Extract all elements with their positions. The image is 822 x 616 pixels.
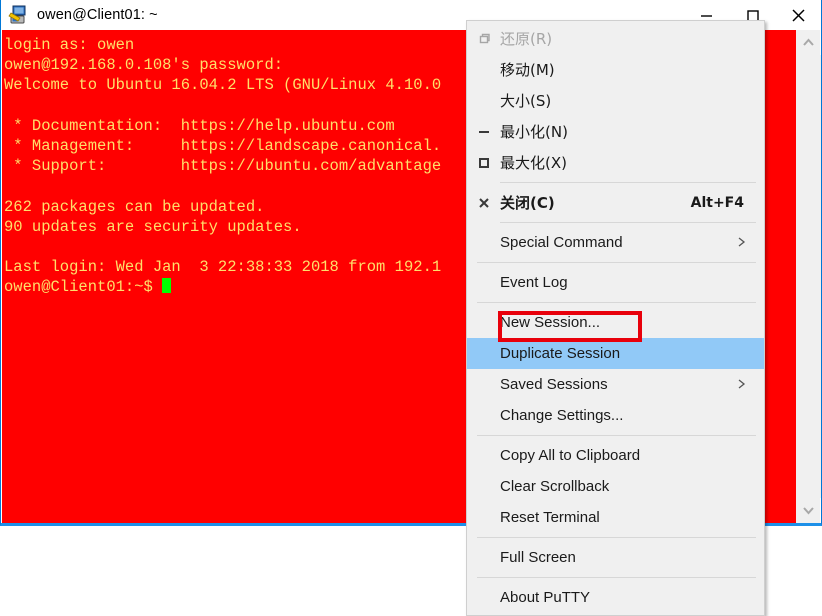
menu-item-label: Reset Terminal (500, 509, 600, 526)
menu-item-about-putty[interactable]: About PuTTY (467, 582, 764, 613)
system-context-menu[interactable]: 还原(R) 移动(M) 大小(S) 最小化(N) 最大化(X) 关闭(C) Alt+F4 Sp… (466, 20, 765, 616)
menu-item-label: 最小化(N) (500, 123, 568, 141)
menu-item-c[interactable]: 关闭(C) Alt+F4 (467, 187, 764, 218)
restore-icon (467, 32, 500, 46)
minimize-icon (467, 125, 500, 139)
putty-window: owen@Client01: ~ login as: owen owen@192.… (0, 0, 822, 616)
menu-item-label: Event Log (500, 274, 568, 291)
menu-item-label: Clear Scrollback (500, 478, 610, 495)
scrollbar-track[interactable] (796, 55, 821, 498)
menu-item-label: Change Settings... (500, 407, 624, 424)
menu-item-label: 还原(R) (500, 30, 553, 48)
menu-item-label: 大小(S) (500, 92, 552, 110)
menu-item-duplicate-session[interactable]: Duplicate Session (467, 338, 764, 369)
menu-item-event-log[interactable]: Event Log (467, 267, 764, 298)
menu-item-new-session[interactable]: New Session... (467, 307, 764, 338)
menu-item-label: Full Screen (500, 549, 576, 566)
menu-separator (477, 262, 756, 263)
close-icon (467, 196, 500, 210)
menu-item-full-screen[interactable]: Full Screen (467, 542, 764, 573)
menu-item-clear-scrollback[interactable]: Clear Scrollback (467, 471, 764, 502)
menu-item-m[interactable]: 移动(M) (467, 54, 764, 85)
menu-item-label: 最大化(X) (500, 154, 567, 172)
menu-separator (500, 222, 756, 223)
menu-separator (500, 182, 756, 183)
menu-item-change-settings[interactable]: Change Settings... (467, 400, 764, 431)
chevron-right-icon (737, 235, 754, 251)
menu-item-label: Copy All to Clipboard (500, 447, 641, 464)
menu-item-label: Duplicate Session (500, 345, 621, 362)
menu-item-saved-sessions[interactable]: Saved Sessions (467, 369, 764, 400)
menu-separator (477, 537, 756, 538)
menu-item-shortcut: Alt+F4 (690, 194, 744, 211)
menu-item-x[interactable]: 最大化(X) (467, 147, 764, 178)
menu-separator (477, 302, 756, 303)
menu-item-reset-terminal[interactable]: Reset Terminal (467, 502, 764, 533)
putty-computer-icon (7, 4, 29, 26)
menu-item-special-command[interactable]: Special Command (467, 227, 764, 258)
menu-item-n[interactable]: 最小化(N) (467, 116, 764, 147)
menu-item-r: 还原(R) (467, 23, 764, 54)
menu-item-label: 关闭(C) (500, 194, 555, 212)
menu-item-label: 移动(M) (500, 61, 555, 79)
chevron-up-icon[interactable] (796, 30, 821, 55)
chevron-down-icon[interactable] (796, 498, 821, 523)
shell-prompt: owen@Client01:~$ (4, 278, 163, 297)
terminal-scrollbar[interactable] (795, 30, 821, 523)
menu-item-label: Special Command (500, 234, 623, 251)
terminal-cursor (162, 278, 172, 294)
maximize-icon (467, 156, 500, 170)
menu-item-s[interactable]: 大小(S) (467, 85, 764, 116)
menu-separator (477, 577, 756, 578)
menu-separator (477, 435, 756, 436)
menu-item-label: About PuTTY (500, 589, 591, 606)
menu-item-label: Saved Sessions (500, 376, 608, 393)
menu-item-copy-all-to-clipboard[interactable]: Copy All to Clipboard (467, 440, 764, 471)
close-button[interactable] (775, 1, 821, 30)
chevron-right-icon (737, 377, 754, 393)
menu-item-label: New Session... (500, 314, 601, 331)
